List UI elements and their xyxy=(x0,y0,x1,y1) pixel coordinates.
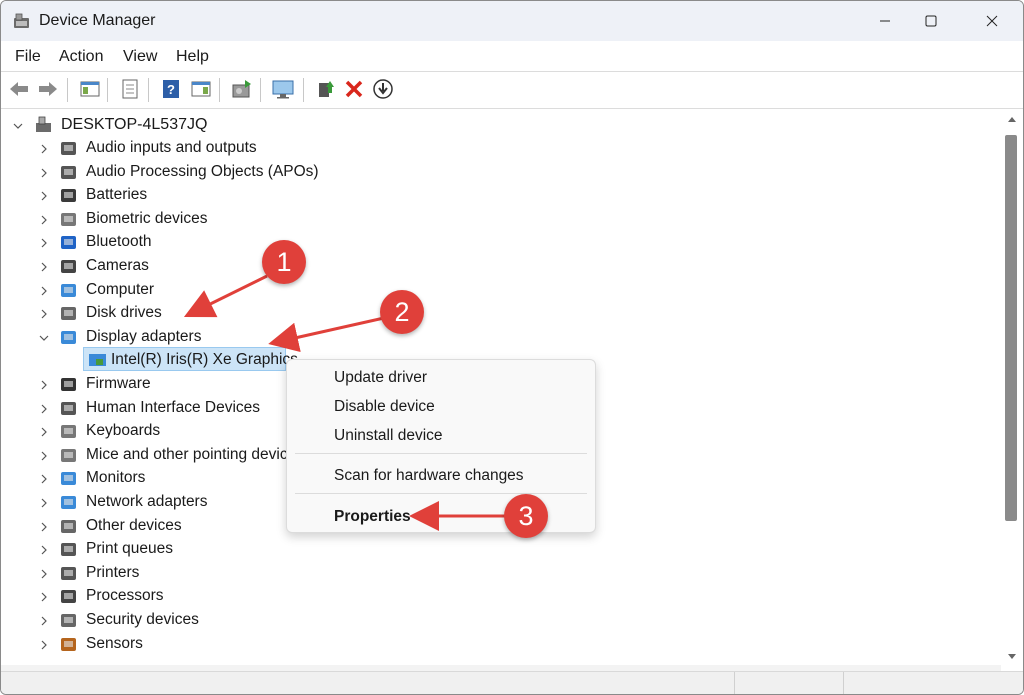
chevron-right-icon[interactable] xyxy=(39,451,49,461)
tree-category-label[interactable]: Batteries xyxy=(86,186,147,204)
status-bar xyxy=(1,671,1023,694)
chevron-right-icon[interactable] xyxy=(39,309,49,319)
scroll-up-icon[interactable] xyxy=(1007,115,1017,123)
tree-category-label[interactable]: Computer xyxy=(86,281,154,299)
computer-icon xyxy=(61,283,76,297)
processor-icon xyxy=(61,590,76,604)
tree-rows: Audio inputs and outputs Audio Processing… xyxy=(1,1,1001,665)
menu-separator xyxy=(295,493,587,494)
monitor-icon xyxy=(61,472,76,486)
annotation-badge-3: 3 xyxy=(504,494,548,538)
disk-drive-icon xyxy=(61,307,76,321)
menu-separator xyxy=(295,453,587,454)
tree-category-label[interactable]: Network adapters xyxy=(86,493,207,511)
scroll-down-icon[interactable] xyxy=(1007,653,1017,661)
tree-category-label[interactable]: Bluetooth xyxy=(86,233,152,251)
security-icon xyxy=(61,614,76,627)
network-adapter-icon xyxy=(61,496,76,509)
menu-uninstall-device[interactable]: Uninstall device xyxy=(334,427,443,445)
battery-icon xyxy=(61,189,76,203)
print-queue-icon xyxy=(61,543,76,557)
tree-category-label[interactable]: Cameras xyxy=(86,257,149,275)
chevron-right-icon[interactable] xyxy=(39,215,49,225)
chevron-right-icon[interactable] xyxy=(39,545,49,555)
printer-icon xyxy=(61,566,76,580)
tree-category-label[interactable]: Audio Processing Objects (APOs) xyxy=(86,163,319,181)
tree-category-label[interactable]: Human Interface Devices xyxy=(86,399,260,417)
speaker-icon xyxy=(61,165,76,179)
menu-scan-hardware[interactable]: Scan for hardware changes xyxy=(334,467,524,485)
tree-category-label[interactable]: Print queues xyxy=(86,540,173,558)
chevron-right-icon[interactable] xyxy=(39,238,49,248)
chevron-right-icon[interactable] xyxy=(39,498,49,508)
other-devices-icon xyxy=(61,519,76,533)
tree-category-label[interactable]: Printers xyxy=(86,564,139,582)
chevron-right-icon[interactable] xyxy=(39,168,49,178)
fingerprint-icon xyxy=(61,212,76,226)
tree-category-label[interactable]: Firmware xyxy=(86,375,151,393)
chevron-right-icon[interactable] xyxy=(39,286,49,296)
tree-category-label[interactable]: Mice and other pointing devices xyxy=(86,446,304,464)
menu-update-driver[interactable]: Update driver xyxy=(334,369,427,387)
bluetooth-icon xyxy=(61,236,76,250)
annotation-badge-2: 2 xyxy=(380,290,424,334)
keyboard-icon xyxy=(61,425,76,439)
tree-category-label[interactable]: Biometric devices xyxy=(86,210,207,228)
display-adapter-icon xyxy=(61,330,76,344)
tree-category-label[interactable]: Audio inputs and outputs xyxy=(86,139,257,157)
chevron-right-icon[interactable] xyxy=(39,474,49,484)
chevron-right-icon[interactable] xyxy=(39,262,49,272)
tree-category-label[interactable]: Security devices xyxy=(86,611,199,629)
tree-category-label[interactable]: Display adapters xyxy=(86,328,201,346)
mouse-icon xyxy=(61,448,76,462)
hid-icon xyxy=(61,401,76,415)
menu-properties[interactable]: Properties xyxy=(334,508,411,526)
tree-category-label[interactable]: Disk drives xyxy=(86,304,162,322)
chevron-down-icon[interactable] xyxy=(39,333,49,343)
tree-category-label[interactable]: Processors xyxy=(86,587,164,605)
chevron-right-icon[interactable] xyxy=(39,427,49,437)
chevron-right-icon[interactable] xyxy=(39,569,49,579)
annotation-badge-1: 1 xyxy=(262,240,306,284)
menu-disable-device[interactable]: Disable device xyxy=(334,398,435,416)
sensor-icon xyxy=(61,637,76,651)
chevron-right-icon[interactable] xyxy=(39,640,49,650)
context-menu: Update driver Disable device Uninstall d… xyxy=(286,359,596,533)
status-divider xyxy=(843,672,844,694)
tree-category-label[interactable]: Other devices xyxy=(86,517,182,535)
firmware-icon xyxy=(61,378,76,391)
camera-icon xyxy=(61,260,76,273)
tree-category-label[interactable]: Sensors xyxy=(86,635,143,653)
tree-device-label[interactable]: Intel(R) Iris(R) Xe Graphics xyxy=(111,351,298,369)
display-adapter-icon xyxy=(89,354,106,367)
tree-category-label[interactable]: Keyboards xyxy=(86,422,160,440)
chevron-right-icon[interactable] xyxy=(39,191,49,201)
device-manager-window: Device Manager File Action View Help ? D… xyxy=(0,0,1024,695)
chevron-right-icon[interactable] xyxy=(39,404,49,414)
chevron-right-icon[interactable] xyxy=(39,380,49,390)
chevron-right-icon[interactable] xyxy=(39,616,49,626)
tree-category-label[interactable]: Monitors xyxy=(86,469,145,487)
status-divider xyxy=(734,672,735,694)
chevron-right-icon[interactable] xyxy=(39,592,49,602)
chevron-right-icon[interactable] xyxy=(39,144,49,154)
scrollbar-thumb[interactable] xyxy=(1005,135,1017,521)
speaker-icon xyxy=(61,142,76,155)
chevron-right-icon[interactable] xyxy=(39,522,49,532)
